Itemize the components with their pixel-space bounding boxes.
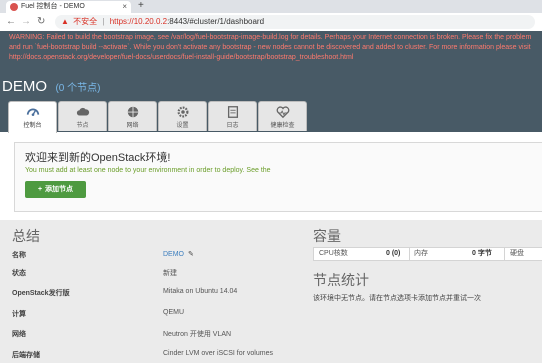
forward-icon[interactable]: → <box>21 15 31 29</box>
environment-name: DEMO <box>2 78 47 95</box>
summary-section: 总结 名称 DEMO ✎ 状态 新建 OpenStack发行版 Mitaka on… <box>0 220 542 363</box>
browser-tab-title: Fuel 控制台 - DEMO <box>21 3 85 10</box>
welcome-panel: 欢迎来到新的OpenStack环境! You must add at least… <box>14 142 542 212</box>
new-tab-button[interactable]: + <box>138 0 144 12</box>
tab-dashboard[interactable]: 控制台 <box>8 101 57 133</box>
browser-tab[interactable]: Fuel 控制台 - DEMO × <box>6 1 131 13</box>
back-icon[interactable]: ← <box>6 15 16 29</box>
summary-key: OpenStack发行版 <box>12 290 70 297</box>
node-stats-title: 节点统计 <box>313 272 369 288</box>
tab-label: 网络 <box>126 123 139 129</box>
plus-icon: + <box>37 186 43 193</box>
reload-icon[interactable]: ↻ <box>37 15 45 29</box>
add-nodes-button[interactable]: + 添加节点 <box>25 181 86 198</box>
summary-key: 状态 <box>12 270 26 277</box>
cloud-icon <box>76 107 89 116</box>
environment-name-link[interactable]: DEMO ✎ <box>163 250 194 258</box>
address-bar: ← → ↻ ▲ 不安全 | https://10.20.0.2:8443/#cl… <box>0 13 542 32</box>
capacity-divider <box>409 248 410 260</box>
node-stats-message: 该环境中无节点。请在节点选项卡添加节点并重试一次 <box>313 295 481 302</box>
capacity-title: 容量 <box>313 228 341 244</box>
memory-value: 0 字节 <box>472 250 492 257</box>
welcome-title: 欢迎来到新的OpenStack环境! <box>25 152 171 164</box>
summary-key: 计算 <box>12 311 26 318</box>
summary-value: Mitaka on Ubuntu 14.04 <box>163 288 238 295</box>
summary-value: Cinder LVM over iSCSI for volumes <box>163 350 273 357</box>
summary-value: 新建 <box>163 270 177 277</box>
bootstrap-warning: WARNING: Failed to build the bootstrap i… <box>9 34 532 61</box>
cpu-label: CPU核数 <box>319 250 348 257</box>
log-icon <box>227 106 238 118</box>
tab-label: 节点 <box>76 123 89 129</box>
disk-label: 硬盘 <box>510 250 524 257</box>
tab-settings[interactable]: 设置 <box>158 101 207 131</box>
capacity-bar: CPU核数 0 (0) 内存 0 字节 硬盘 <box>313 247 542 261</box>
summary-key: 名称 <box>12 252 26 259</box>
welcome-subtitle: You must add at least one node to your e… <box>25 167 271 174</box>
url-input[interactable]: ▲ 不安全 | https://10.20.0.2:8443/#cluster/… <box>55 15 535 29</box>
environment-title: DEMO (0 个节点) <box>2 78 100 96</box>
warning-icon: ▲ <box>61 17 69 26</box>
add-nodes-label: 添加节点 <box>45 186 74 193</box>
tab-label: 设置 <box>176 123 189 129</box>
tab-network[interactable]: 网络 <box>108 101 157 131</box>
tab-logs[interactable]: 日志 <box>208 101 257 131</box>
pencil-icon[interactable]: ✎ <box>188 251 194 258</box>
summary-key: 后端存储 <box>12 352 40 359</box>
dashboard-icon <box>26 108 39 116</box>
summary-value: Neutron 开使用 VLAN <box>163 331 232 338</box>
tab-health-check[interactable]: 健康检查 <box>258 101 307 131</box>
url-host: https://10.20.0.2 <box>109 17 168 26</box>
gear-icon <box>177 106 188 118</box>
tab-nodes[interactable]: 节点 <box>58 101 107 131</box>
url-path: :8443/#cluster/1/dashboard <box>167 17 265 26</box>
summary-key: 网络 <box>12 331 26 338</box>
heart-icon <box>276 106 289 119</box>
summary-title: 总结 <box>12 228 40 244</box>
tab-label: 健康检查 <box>270 123 295 129</box>
summary-value: QEMU <box>163 309 184 316</box>
app-header: WARNING: Failed to build the bootstrap i… <box>0 31 542 133</box>
node-count: (0 个节点) <box>55 83 101 94</box>
browser-tab-strip: Fuel 控制台 - DEMO × + <box>0 0 542 13</box>
cpu-value: 0 (0) <box>386 250 401 257</box>
memory-label: 内存 <box>414 250 428 257</box>
tab-label: 控制台 <box>23 123 42 129</box>
insecure-label: 不安全 <box>73 17 98 26</box>
network-icon <box>127 106 138 118</box>
capacity-divider <box>504 248 505 260</box>
tab-label: 日志 <box>226 123 239 129</box>
close-icon[interactable]: × <box>122 1 127 13</box>
fuel-favicon-icon <box>10 3 18 11</box>
